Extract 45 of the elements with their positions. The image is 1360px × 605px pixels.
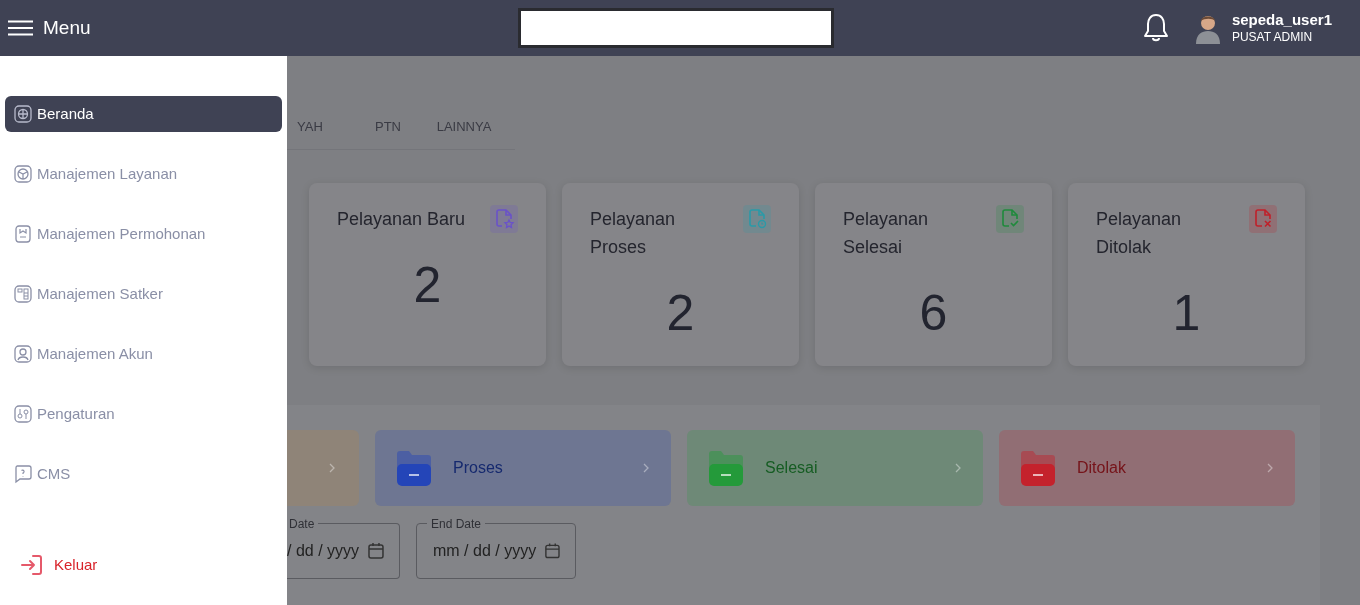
- stat-value: 1: [1172, 284, 1201, 343]
- calendar-icon: [544, 542, 561, 560]
- units-icon: [13, 284, 33, 304]
- status-card[interactable]: Ditolak: [999, 430, 1295, 506]
- stat-title: Pelayanan Baru: [337, 208, 467, 231]
- logout-icon: [20, 553, 44, 577]
- sidebar-item[interactable]: CMS: [5, 456, 282, 492]
- tab[interactable]: LAINNYA: [419, 116, 509, 138]
- stat-title: Pelayanan Proses: [590, 208, 677, 259]
- chat-icon: [13, 464, 33, 484]
- tab[interactable]: YAH: [297, 116, 357, 138]
- sidebar-item[interactable]: Manajemen Permohonan: [5, 216, 282, 252]
- stat-title: Pelayanan Ditolak: [1096, 208, 1183, 259]
- sidebar-item[interactable]: Beranda: [5, 96, 282, 132]
- stat-value: 2: [666, 284, 695, 343]
- folder-icon: [709, 450, 743, 486]
- sidebar-item[interactable]: Manajemen Layanan: [5, 156, 282, 192]
- grid-icon: [13, 104, 33, 124]
- sliders-icon: [13, 404, 33, 424]
- user-icon: [13, 344, 33, 364]
- stat-title: Pelayanan Selesai: [843, 208, 930, 259]
- calendar-icon: [367, 542, 385, 560]
- user-name: sepeda_user1: [1231, 11, 1332, 30]
- folder-icon: [397, 450, 431, 486]
- status-card[interactable]: Proses: [375, 430, 671, 506]
- box-icon: [13, 164, 33, 184]
- status-card[interactable]: Selesai: [687, 430, 983, 506]
- stat-value: 2: [413, 256, 442, 315]
- chevron-icon: [955, 463, 961, 473]
- stat-value: 6: [919, 284, 948, 343]
- menu-label[interactable]: Menu: [43, 13, 91, 43]
- sidebar-item[interactable]: Pengaturan: [5, 396, 282, 432]
- chevron-icon: [643, 463, 649, 473]
- chevron-icon: [1267, 463, 1273, 473]
- form-icon: [13, 224, 33, 244]
- sidebar-item[interactable]: Manajemen Akun: [5, 336, 282, 372]
- tab[interactable]: PTN: [357, 116, 419, 138]
- bell-icon[interactable]: [1141, 12, 1170, 44]
- chevron-icon: [329, 463, 335, 473]
- sidebar-item[interactable]: Manajemen Satker: [5, 276, 282, 312]
- menu-icon[interactable]: [8, 20, 33, 36]
- logout-button[interactable]: Keluar: [20, 553, 98, 577]
- user-role: PUSAT ADMIN: [1231, 29, 1314, 45]
- folder-icon: [1021, 450, 1055, 486]
- search-field[interactable]: [518, 8, 834, 48]
